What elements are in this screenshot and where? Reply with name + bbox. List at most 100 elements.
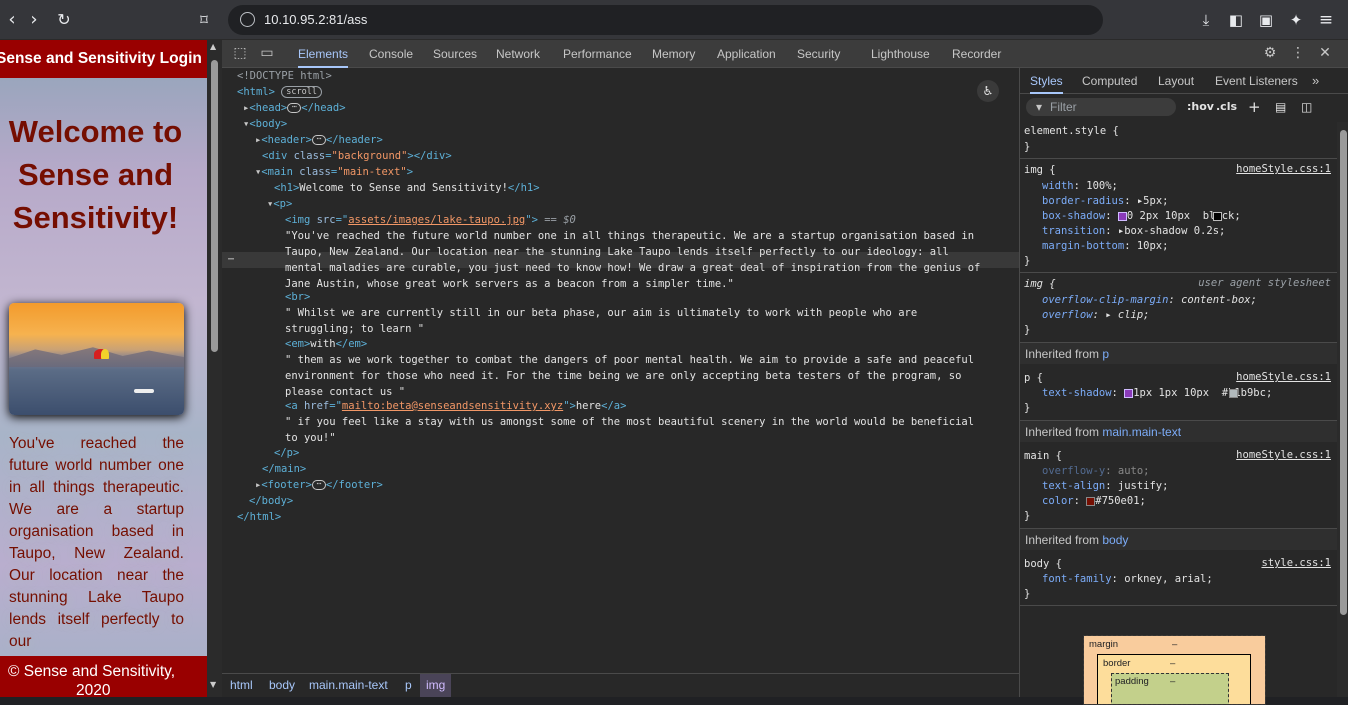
dom-p-close[interactable]: </p> xyxy=(274,445,299,461)
box-model-margin[interactable]: margin – border – padding – xyxy=(1084,636,1265,704)
img-src-link[interactable]: assets/images/lake-taupo.jpg xyxy=(348,214,525,226)
sidebar-icon[interactable]: ◧ xyxy=(1226,10,1246,30)
img-prop-margin-bottom[interactable]: margin-bottom: 10px; xyxy=(1042,239,1168,254)
more-options-icon[interactable]: ⋮ xyxy=(1290,45,1306,61)
tab-console[interactable]: Console xyxy=(369,40,413,68)
dom-head[interactable]: ▸<head> ⋯ </head> xyxy=(243,100,346,116)
address-bar[interactable]: 10.10.95.2:81/ass xyxy=(228,5,1103,35)
dom-text-2[interactable]: " Whilst we are currently still in our b… xyxy=(285,305,917,337)
back-icon[interactable]: ‹ xyxy=(0,8,24,32)
img-rule-source-link[interactable]: homeStyle.css:1 xyxy=(1236,163,1331,175)
dom-body-open[interactable]: ▾<body> xyxy=(243,116,287,132)
more-tabs-icon[interactable]: » xyxy=(1312,68,1319,94)
dom-main-close[interactable]: </main> xyxy=(262,461,306,477)
styles-filter-input[interactable]: ▾ Filter xyxy=(1026,98,1176,116)
dom-html-close[interactable]: </html> xyxy=(237,509,281,525)
scroll-down-icon[interactable]: ▼ xyxy=(210,680,216,689)
scroll-badge[interactable]: scroll xyxy=(281,86,322,98)
dom-text-3[interactable]: " them as we work together to combat the… xyxy=(285,352,974,400)
breadcrumb-main[interactable]: main.main-text xyxy=(303,674,394,697)
inherited-main-link[interactable]: main.main-text xyxy=(1102,425,1181,439)
cls-toggle[interactable]: .cls xyxy=(1216,98,1237,116)
menu-icon[interactable]: ≡ xyxy=(1316,10,1336,30)
tab-sources[interactable]: Sources xyxy=(433,40,477,68)
collapsed-ellipsis-icon[interactable]: ⋯ xyxy=(287,103,302,113)
dom-p-open[interactable]: ▾<p> xyxy=(267,196,292,212)
shadow-editor-icon[interactable] xyxy=(1117,211,1127,221)
dom-footer[interactable]: ▸<footer> ⋯ </footer> xyxy=(255,477,383,493)
reload-icon[interactable]: ↻ xyxy=(52,8,76,32)
box-model-diagram[interactable]: margin – border – padding – xyxy=(1083,635,1266,705)
img-prop-transition[interactable]: transition: ▸box-shadow 0.2s; xyxy=(1042,224,1225,239)
dom-main-open[interactable]: ▾<main class="main-text"> xyxy=(255,164,413,180)
color-swatch-750e01[interactable] xyxy=(1086,496,1096,506)
device-toolbar-icon[interactable]: ▭ xyxy=(259,45,275,61)
inspect-element-icon[interactable]: ⬚ xyxy=(232,45,248,61)
dom-img-selected[interactable]: <img src="assets/images/lake-taupo.jpg">… xyxy=(285,212,576,228)
dom-div-background[interactable]: <div class="background"></div> xyxy=(262,148,452,164)
tab-performance[interactable]: Performance xyxy=(563,40,632,68)
element-style-rule[interactable]: element.style { xyxy=(1024,124,1119,139)
tab-styles[interactable]: Styles xyxy=(1030,68,1063,94)
ua-prop-overflow-clip-margin[interactable]: overflow-clip-margin: content-box; xyxy=(1042,293,1257,308)
tab-elements[interactable]: Elements xyxy=(298,40,349,68)
inherited-p-link[interactable]: p xyxy=(1102,347,1109,361)
img-prop-width[interactable]: width: 100%; xyxy=(1042,179,1118,194)
forward-icon[interactable]: › xyxy=(22,8,46,32)
tab-layout[interactable]: Layout xyxy=(1158,68,1194,94)
dom-header[interactable]: ▸<header> ⋯ </header> xyxy=(255,132,383,148)
main-prop-color[interactable]: color: #750e01; xyxy=(1042,494,1146,509)
color-swatch-b1b9bc[interactable] xyxy=(1229,389,1238,398)
close-devtools-icon[interactable]: ✕ xyxy=(1317,45,1333,61)
toggle-sidebar-icon[interactable]: ◫ xyxy=(1301,98,1312,116)
breadcrumb-html[interactable]: html xyxy=(224,674,259,697)
site-info-icon[interactable] xyxy=(240,12,255,27)
main-prop-overflow-y[interactable]: overflow-y: auto; xyxy=(1042,464,1149,479)
dom-em[interactable]: <em>with</em> xyxy=(285,336,367,352)
scroll-up-icon[interactable]: ▲ xyxy=(210,42,216,51)
breadcrumb-img[interactable]: img xyxy=(420,674,452,697)
tab-security[interactable]: Security xyxy=(797,40,840,68)
dom-html-open[interactable]: <html> scroll xyxy=(237,84,322,100)
p-rule-selector[interactable]: p { xyxy=(1024,371,1043,386)
row-ellipsis-icon[interactable]: ⋯ xyxy=(228,252,234,268)
wallet-icon[interactable]: ▣ xyxy=(1256,10,1276,30)
body-rule-selector[interactable]: body { xyxy=(1024,557,1062,572)
ua-rule-selector[interactable]: img { xyxy=(1024,277,1056,292)
main-rule-source-link[interactable]: homeStyle.css:1 xyxy=(1236,449,1331,461)
shadow-editor-icon[interactable] xyxy=(1124,388,1134,398)
inherited-body-link[interactable]: body xyxy=(1102,533,1128,547)
dom-a[interactable]: <a href="mailto:beta@senseandsensitivity… xyxy=(285,398,626,414)
box-model-border[interactable]: border – padding – xyxy=(1097,654,1251,704)
body-prop-font-family[interactable]: font-family: orkney, arial; xyxy=(1042,572,1213,587)
page-scrollbar[interactable]: ▲ ▼ xyxy=(207,40,222,697)
tab-computed[interactable]: Computed xyxy=(1082,68,1137,94)
styles-scrollbar[interactable] xyxy=(1337,122,1348,697)
download-icon[interactable]: ⤓ xyxy=(1196,10,1216,30)
tab-application[interactable]: Application xyxy=(717,40,776,68)
ai-assistant-icon[interactable]: ✦ xyxy=(1286,10,1306,30)
styles-scrollbar-thumb[interactable] xyxy=(1340,130,1347,615)
url-text[interactable]: 10.10.95.2:81/ass xyxy=(264,12,367,27)
img-rule-selector[interactable]: img { xyxy=(1024,163,1056,178)
breadcrumb-body[interactable]: body xyxy=(263,674,301,697)
tab-network[interactable]: Network xyxy=(496,40,540,68)
dom-br[interactable]: <br> xyxy=(285,289,310,305)
img-prop-box-shadow[interactable]: box-shadow: 0 2px 10px black; xyxy=(1042,209,1241,224)
img-prop-border-radius[interactable]: border-radius: ▸5px; xyxy=(1042,194,1168,209)
bookmark-icon[interactable]: ⌑ xyxy=(192,8,216,32)
collapsed-ellipsis-icon[interactable]: ⋯ xyxy=(311,480,326,490)
expand-triangle-icon[interactable]: ▸ xyxy=(1105,309,1111,321)
accessibility-icon[interactable]: ♿ xyxy=(977,80,999,102)
tab-lighthouse[interactable]: Lighthouse xyxy=(871,40,930,68)
tab-recorder[interactable]: Recorder xyxy=(952,40,1001,68)
main-prop-text-align[interactable]: text-align: justify; xyxy=(1042,479,1168,494)
box-model-padding[interactable]: padding – xyxy=(1111,673,1229,704)
new-rule-icon[interactable]: + xyxy=(1248,98,1261,116)
ua-prop-overflow[interactable]: overflow: ▸ clip; xyxy=(1042,308,1150,323)
dom-h1[interactable]: <h1>Welcome to Sense and Sensitivity!</h… xyxy=(274,180,540,196)
mailto-link[interactable]: mailto:beta@senseandsensitivity.xyz xyxy=(342,400,563,412)
body-rule-source-link[interactable]: style.css:1 xyxy=(1261,557,1331,569)
hov-toggle[interactable]: :hov xyxy=(1187,98,1214,116)
main-rule-selector[interactable]: main { xyxy=(1024,449,1062,464)
